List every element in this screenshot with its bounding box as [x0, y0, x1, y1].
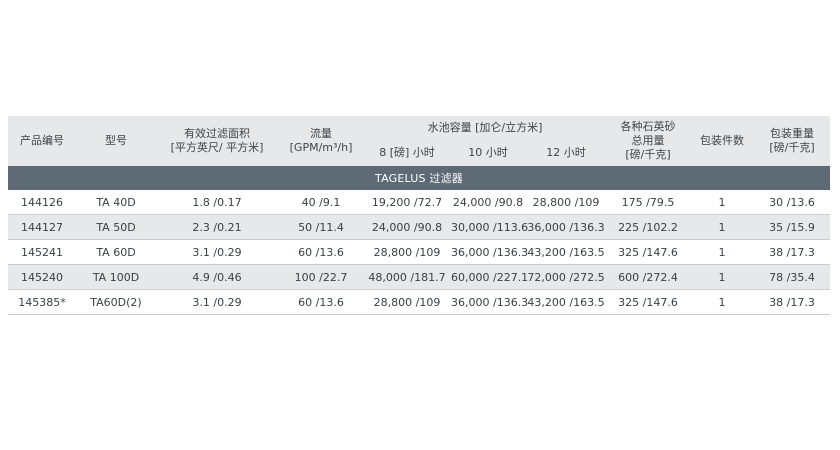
header-filter-area: 有效过滤面积 [平方英尺/ 平方米] — [156, 116, 278, 166]
cell-sand: 600 /272.4 — [606, 264, 691, 290]
cell-8h: 28,800 /109 — [364, 289, 450, 315]
cell-flow: 50 /11.4 — [278, 214, 364, 240]
header-pack-weight-line2: [磅/千克] — [769, 141, 815, 154]
cell-area: 3.1 /0.29 — [156, 289, 278, 315]
cell-8h: 28,800 /109 — [364, 239, 450, 265]
cell-flow: 60 /13.6 — [278, 289, 364, 315]
cell-count: 1 — [690, 264, 755, 290]
table-row: 145385* TA60D(2) 3.1 /0.29 60 /13.6 28,8… — [8, 289, 831, 315]
cell-12h: 36,000 /136.3 — [526, 214, 607, 240]
cell-10h: 24,000 /90.8 — [450, 190, 526, 215]
section-title: TAGELUS 过滤器 — [8, 166, 831, 190]
header-sand-line2: 总用量 — [631, 134, 665, 147]
cell-10h: 36,000 /136.3 — [450, 239, 528, 265]
table-row: 144127 TA 50D 2.3 /0.21 50 /11.4 24,000 … — [8, 214, 831, 240]
header-sand-line3: [磅/千克] — [625, 148, 671, 161]
header-filter-area-line2: [平方英尺/ 平方米] — [170, 141, 264, 154]
cell-sand: 175 /79.5 — [606, 190, 691, 215]
cell-model: TA 50D — [76, 214, 156, 240]
cell-12h: 43,200 /163.5 — [526, 289, 607, 315]
cell-count: 1 — [690, 190, 755, 215]
cell-product-no: 145241 — [8, 239, 76, 265]
cell-area: 1.8 /0.17 — [156, 190, 278, 215]
cell-flow: 60 /13.6 — [278, 239, 364, 265]
cell-weight: 35 /15.9 — [754, 214, 831, 240]
cell-product-no: 145385* — [8, 289, 76, 315]
cell-sand: 325 /147.6 — [606, 239, 691, 265]
header-pool-capacity: 水池容量 [加仑/立方米] — [364, 116, 607, 140]
cell-model: TA60D(2) — [76, 289, 156, 315]
cell-weight: 38 /17.3 — [754, 289, 831, 315]
header-product-no: 产品编号 — [8, 116, 76, 166]
header-flow-line1: 流量 — [310, 127, 332, 140]
cell-count: 1 — [690, 289, 755, 315]
header-pack-count: 包装件数 — [690, 116, 755, 166]
header-12-hours: 12 小时 — [526, 140, 607, 166]
cell-flow: 40 /9.1 — [278, 190, 364, 215]
cell-12h: 72,000 /272.5 — [526, 264, 607, 290]
cell-area: 3.1 /0.29 — [156, 239, 278, 265]
cell-count: 1 — [690, 239, 755, 265]
cell-product-no: 144126 — [8, 190, 76, 215]
header-pack-weight-line1: 包装重量 — [770, 127, 815, 140]
cell-flow: 100 /22.7 — [278, 264, 364, 290]
tagelus-spec-table: 产品编号 型号 有效过滤面积 [平方英尺/ 平方米] 流量 [GPM/m³/h]… — [8, 116, 831, 315]
header-pack-weight: 包装重量 [磅/千克] — [754, 116, 831, 166]
cell-weight: 30 /13.6 — [754, 190, 831, 215]
cell-weight: 38 /17.3 — [754, 239, 831, 265]
table-row: 145240 TA 100D 4.9 /0.46 100 /22.7 48,00… — [8, 264, 831, 290]
cell-10h: 60,000 /227.1 — [450, 264, 528, 290]
header-flow: 流量 [GPM/m³/h] — [278, 116, 364, 166]
cell-model: TA 60D — [76, 239, 156, 265]
cell-12h: 43,200 /163.5 — [526, 239, 607, 265]
cell-10h: 30,000 /113.6 — [450, 214, 528, 240]
cell-area: 4.9 /0.46 — [156, 264, 278, 290]
cell-sand: 325 /147.6 — [606, 289, 691, 315]
table-row: 145241 TA 60D 3.1 /0.29 60 /13.6 28,800 … — [8, 239, 831, 265]
cell-model: TA 40D — [76, 190, 156, 215]
cell-model: TA 100D — [76, 264, 156, 290]
table-row: 144126 TA 40D 1.8 /0.17 40 /9.1 19,200 /… — [8, 190, 831, 215]
header-10-hours: 10 小时 — [450, 140, 526, 166]
header-8-hours: 8 [磅] 小时 — [364, 140, 450, 166]
table-body: 144126 TA 40D 1.8 /0.17 40 /9.1 19,200 /… — [8, 190, 831, 315]
section-band: TAGELUS 过滤器 — [8, 166, 831, 190]
table-header: 产品编号 型号 有效过滤面积 [平方英尺/ 平方米] 流量 [GPM/m³/h]… — [8, 116, 831, 166]
cell-12h: 28,800 /109 — [526, 190, 607, 215]
header-sand: 各种石英砂 总用量 [磅/千克] — [606, 116, 691, 166]
cell-product-no: 145240 — [8, 264, 76, 290]
cell-10h: 36,000 /136.3 — [450, 289, 528, 315]
header-sand-line1: 各种石英砂 — [620, 120, 676, 133]
cell-area: 2.3 /0.21 — [156, 214, 278, 240]
cell-8h: 24,000 /90.8 — [364, 214, 450, 240]
cell-sand: 225 /102.2 — [606, 214, 691, 240]
cell-count: 1 — [690, 214, 755, 240]
header-filter-area-line1: 有效过滤面积 — [184, 127, 250, 140]
cell-product-no: 144127 — [8, 214, 76, 240]
header-flow-line2: [GPM/m³/h] — [289, 141, 353, 154]
cell-weight: 78 /35.4 — [754, 264, 831, 290]
cell-8h: 48,000 /181.7 — [364, 264, 450, 290]
cell-8h: 19,200 /72.7 — [364, 190, 450, 215]
header-model: 型号 — [76, 116, 156, 166]
